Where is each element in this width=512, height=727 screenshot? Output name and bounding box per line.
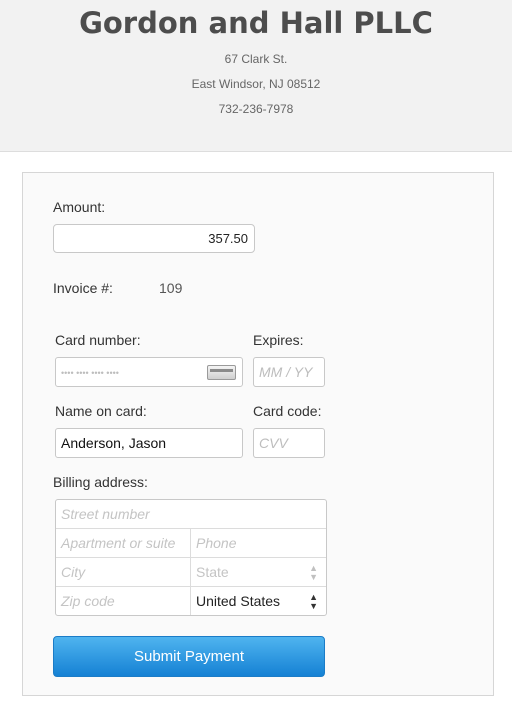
state-select[interactable]: State ▲ ▼ [191, 558, 326, 587]
billing-phone-input[interactable]: Phone [191, 529, 326, 558]
expiry-input[interactable]: MM / YY [253, 357, 325, 387]
expires-label: Expires: [253, 332, 304, 348]
payment-form: Amount: 357.50 Invoice #: 109 Card numbe… [22, 172, 494, 696]
amount-input[interactable]: 357.50 [53, 224, 255, 253]
state-placeholder: State [196, 564, 229, 580]
state-select-arrows-icon: ▲ ▼ [309, 563, 318, 582]
cvv-input[interactable]: CVV [253, 428, 325, 458]
card-code-label: Card code: [253, 403, 322, 419]
merchant-header: Gordon and Hall PLLC 67 Clark St. East W… [0, 0, 512, 152]
invoice-label: Invoice #: [53, 280, 113, 296]
cvv-placeholder: CVV [259, 435, 288, 451]
name-on-card-input[interactable]: Anderson, Jason [55, 428, 243, 458]
submit-payment-button[interactable]: Submit Payment [53, 636, 325, 677]
name-on-card-label: Name on card: [55, 403, 147, 419]
city-input[interactable]: City [56, 558, 191, 587]
card-number-label: Card number: [55, 332, 141, 348]
address-city: East Windsor, NJ 08512 [191, 77, 321, 91]
billing-address-label: Billing address: [53, 474, 148, 490]
apartment-input[interactable]: Apartment or suite [56, 529, 191, 558]
country-value: United States [196, 593, 281, 609]
amount-label: Amount: [53, 199, 106, 215]
zip-code-input[interactable]: Zip code [56, 587, 191, 615]
company-name: Gordon and Hall PLLC [79, 6, 433, 40]
street-number-input[interactable]: Street number [56, 500, 326, 529]
address-street: 67 Clark St. [224, 52, 288, 66]
country-select-arrows-icon: ▲ ▼ [309, 592, 318, 611]
country-select[interactable]: United States ▲ ▼ [191, 587, 326, 615]
card-number-placeholder: •••• •••• •••• •••• [61, 368, 119, 378]
billing-address-grid: Street number Apartment or suite Phone C… [55, 499, 327, 616]
invoice-number: 109 [159, 280, 183, 296]
card-number-input[interactable]: •••• •••• •••• •••• [55, 357, 243, 387]
expiry-placeholder: MM / YY [259, 364, 313, 380]
merchant-phone: 732-236-7978 [218, 102, 294, 116]
credit-card-icon [207, 365, 236, 380]
